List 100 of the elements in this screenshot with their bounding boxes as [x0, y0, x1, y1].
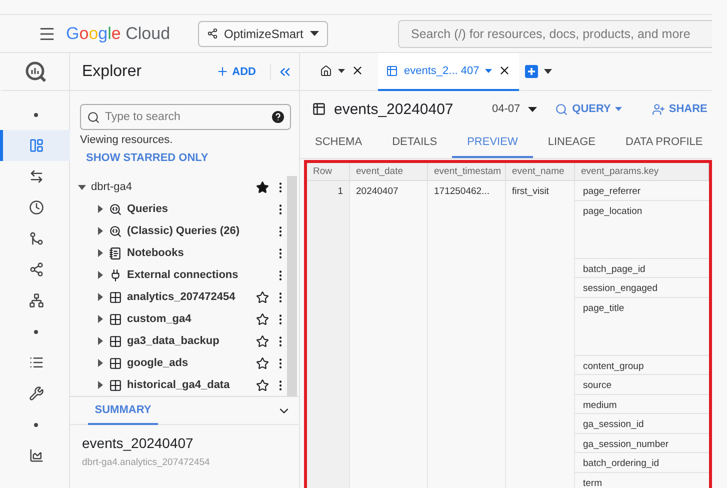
- column-header: event_params.key: [575, 163, 709, 181]
- table-cell: medium: [575, 394, 709, 414]
- grid-icon: [109, 356, 122, 370]
- view-tab[interactable]: DATA PROFILE: [610, 127, 718, 158]
- add-button[interactable]: ADD: [216, 65, 256, 78]
- grid-icon: [109, 290, 122, 304]
- grid-icon: [109, 378, 122, 392]
- date-picker[interactable]: 04-07: [492, 103, 538, 115]
- summary-subtitle: dbrt-ga4.analytics_207472454: [81, 456, 211, 468]
- table-cell: 20240407: [350, 181, 428, 488]
- chart-icon: [28, 448, 44, 463]
- table-cell: ga_session_id: [575, 414, 709, 434]
- plus-icon: [216, 65, 230, 78]
- tree-item[interactable]: historical_ga4_data: [70, 374, 287, 396]
- table-cell: page_referrer: [575, 181, 709, 200]
- caret-icon[interactable]: [544, 69, 552, 74]
- tree-item[interactable]: External connections: [70, 264, 287, 286]
- list-icon: [28, 355, 44, 370]
- table-cell: source: [575, 375, 709, 394]
- summary-title: events_20240407: [81, 434, 194, 451]
- caret-icon[interactable]: [96, 293, 104, 301]
- star-icon[interactable]: [256, 334, 269, 348]
- star-icon[interactable]: [256, 356, 269, 370]
- table-cell: page_location: [575, 200, 709, 258]
- notebook-icon: [109, 246, 122, 260]
- table-title: events_20240407: [334, 100, 454, 118]
- grid-icon: [109, 312, 122, 326]
- tree-item[interactable]: dbrt-ga4: [70, 176, 287, 198]
- caret-icon[interactable]: [96, 205, 104, 213]
- caret-icon[interactable]: [96, 227, 104, 235]
- dot-icon: [34, 330, 38, 334]
- dot-icon: [34, 422, 38, 426]
- tree-item[interactable]: (Classic) Queries (26): [70, 220, 287, 242]
- caret-icon[interactable]: [96, 381, 104, 389]
- table-icon: [386, 64, 398, 76]
- dot-icon: [34, 112, 38, 116]
- tree-item[interactable]: custom_ga4: [70, 308, 287, 330]
- star-icon[interactable]: [256, 180, 269, 194]
- close-icon[interactable]: [498, 64, 512, 77]
- query-icon: [109, 202, 122, 216]
- clock-icon: [28, 200, 44, 215]
- view-tab[interactable]: DETAILS: [377, 127, 452, 158]
- wrench-icon: [28, 386, 44, 401]
- search-icon: [555, 102, 568, 116]
- table-cell: session_engaged: [575, 278, 709, 298]
- show-starred-link[interactable]: SHOW STARRED ONLY: [70, 146, 299, 164]
- star-icon[interactable]: [256, 290, 269, 304]
- home-icon: [320, 64, 332, 76]
- search-field[interactable]: Search (/) for resources, docs, products, and more: [398, 20, 712, 48]
- scrollbar[interactable]: [287, 176, 297, 396]
- logo-text: Google Cloud: [66, 24, 172, 44]
- tree-item[interactable]: analytics_207472454: [70, 286, 287, 308]
- share-icon: [28, 262, 44, 277]
- caret-icon[interactable]: [96, 359, 104, 367]
- caret-icon[interactable]: [96, 249, 104, 257]
- editor-tab[interactable]: events_2... 407: [378, 52, 520, 90]
- caret-icon[interactable]: [96, 337, 104, 345]
- table-icon: [312, 102, 326, 116]
- table-cell: first_visit: [506, 181, 575, 488]
- star-icon[interactable]: [256, 312, 269, 326]
- table-cell: batch_ordering_id: [575, 453, 709, 472]
- caret-icon[interactable]: [96, 315, 104, 323]
- query-icon: [109, 224, 122, 238]
- summary-tab[interactable]: SUMMARY: [88, 396, 158, 424]
- rail-item[interactable]: [0, 130, 70, 161]
- caret-icon: [310, 31, 319, 36]
- caret-icon: [485, 68, 492, 72]
- star-icon[interactable]: [256, 378, 269, 392]
- tree-item[interactable]: Queries: [70, 198, 287, 220]
- panel-icon: [28, 138, 44, 153]
- query-button[interactable]: QUERY: [555, 102, 622, 116]
- help-icon[interactable]: [272, 111, 284, 123]
- view-tab[interactable]: PREVIEW: [452, 127, 533, 158]
- caret-icon[interactable]: [78, 183, 86, 191]
- tree-item[interactable]: ga3_data_backup: [70, 330, 287, 352]
- table-cell: term: [575, 472, 709, 488]
- search-field[interactable]: Type to search: [80, 104, 291, 130]
- search-icon: [87, 110, 100, 124]
- status-text: Viewing resources.: [79, 134, 174, 146]
- table-cell: content_group: [575, 356, 709, 375]
- new-tab-icon[interactable]: [525, 65, 538, 78]
- caret-icon[interactable]: [96, 271, 104, 279]
- project-picker[interactable]: OptimizeSmart: [198, 20, 328, 46]
- view-tab[interactable]: LINEAGE: [532, 127, 611, 158]
- project-icon: [207, 28, 218, 39]
- close-icon[interactable]: [351, 64, 364, 77]
- caret-icon: [528, 106, 538, 112]
- arrows-icon: [28, 169, 44, 184]
- table-cell: page_title: [575, 298, 709, 356]
- network-icon: [28, 293, 44, 308]
- grid-icon: [109, 334, 122, 348]
- table-cell: ga_session_number: [575, 434, 709, 453]
- share-button[interactable]: SHARE: [652, 102, 708, 116]
- view-tab[interactable]: SCHEMA: [300, 127, 378, 158]
- column-header: event_date: [350, 163, 428, 181]
- column-header: event_name: [506, 163, 575, 181]
- tree-item[interactable]: Notebooks: [70, 242, 287, 264]
- tree-item[interactable]: google_ads: [70, 352, 287, 374]
- column-header: Row: [307, 163, 350, 181]
- explorer-title: Explorer: [82, 62, 143, 80]
